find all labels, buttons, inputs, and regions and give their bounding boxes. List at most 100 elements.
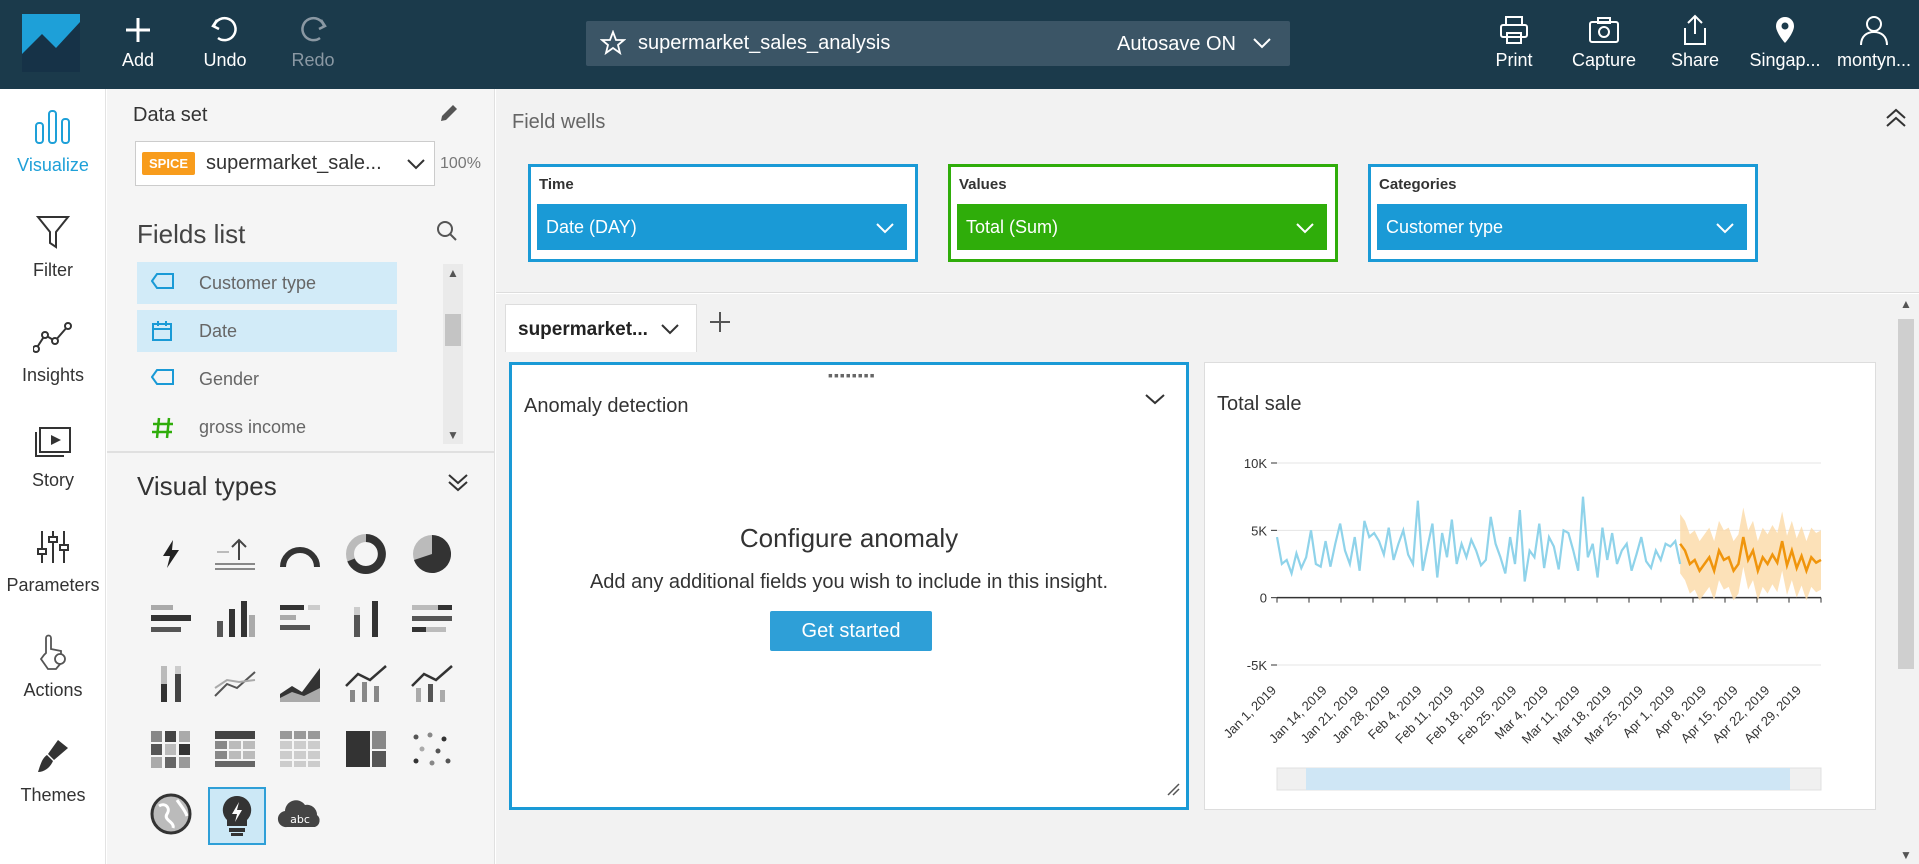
share-button[interactable]: Share	[1655, 10, 1735, 80]
sheet-tab-label: supermarket...	[518, 319, 648, 340]
sheet-scrollbar[interactable]: ▲ ▼	[1894, 297, 1917, 864]
donut-chart-icon[interactable]	[339, 527, 393, 581]
double-chevron-down-icon[interactable]	[447, 473, 469, 498]
chevron-down-icon[interactable]	[875, 218, 895, 243]
print-button[interactable]: Print	[1474, 10, 1554, 80]
field-gender[interactable]: Gender	[137, 358, 397, 400]
analysis-name[interactable]: supermarket_sales_analysis	[638, 32, 890, 55]
field-name: Date	[199, 321, 238, 341]
sliders-icon	[0, 519, 106, 575]
stacked-horizontal-bar-icon[interactable]	[405, 592, 459, 646]
field-name: gross income	[199, 417, 307, 437]
chevron-down-icon[interactable]	[1295, 218, 1315, 243]
user-button[interactable]: montyn...	[1834, 10, 1914, 80]
chevron-down-icon[interactable]	[1144, 389, 1166, 414]
stacked-combo-chart-icon[interactable]	[405, 657, 459, 711]
stacked-bar-icon[interactable]	[339, 592, 393, 646]
chevron-down-icon[interactable]	[1715, 218, 1735, 243]
pie-chart-icon[interactable]	[405, 527, 459, 581]
field-customer-type[interactable]: Customer type	[137, 262, 397, 304]
nav-visualize[interactable]: Visualize	[0, 99, 106, 189]
double-chevron-up-icon[interactable]	[1885, 107, 1907, 134]
add-sheet-button[interactable]	[708, 308, 732, 342]
fields-scrollbar[interactable]: ▲ ▼	[443, 264, 463, 444]
nav-label: Visualize	[17, 155, 89, 175]
analysis-name-bar[interactable]: supermarket_sales_analysis Autosave ON	[586, 21, 1290, 66]
dimension-tag-icon	[150, 272, 175, 295]
drag-handle[interactable]: ▪▪▪▪▪▪▪▪	[828, 367, 876, 383]
visual-types-title: Visual types	[137, 471, 277, 501]
clustered-bar-icon[interactable]	[273, 592, 327, 646]
field-date[interactable]: Date	[137, 310, 397, 352]
chevron-down-icon[interactable]	[1252, 33, 1272, 59]
paintbrush-icon	[0, 729, 106, 785]
scroll-thumb[interactable]	[445, 314, 461, 346]
table-icon[interactable]	[273, 722, 327, 776]
add-button[interactable]: Add	[98, 10, 178, 80]
pivot-table-icon[interactable]	[208, 722, 262, 776]
vertical-bar-icon[interactable]	[208, 592, 262, 646]
categories-well: Categories Customer type	[1368, 164, 1758, 262]
total-sale-visual[interactable]: Total sale 10K 5K 0 -5K Jan 1, 2019 Jan 14, 2…	[1204, 362, 1876, 810]
scatter-plot-icon[interactable]	[405, 722, 459, 776]
camera-icon	[1564, 10, 1644, 50]
horizontal-bar-icon[interactable]	[144, 592, 198, 646]
autosave-status[interactable]: Autosave ON	[1117, 33, 1236, 56]
scroll-down-arrow[interactable]: ▼	[1900, 848, 1912, 862]
chevron-down-icon[interactable]	[660, 319, 680, 345]
scroll-up-arrow[interactable]: ▲	[447, 266, 459, 280]
geospatial-map-icon[interactable]	[144, 787, 198, 841]
nav-actions[interactable]: Actions	[0, 624, 106, 714]
nav-insights[interactable]: Insights	[0, 309, 106, 399]
get-started-button[interactable]: Get started	[770, 611, 932, 651]
printer-icon	[1474, 10, 1554, 50]
area-chart-icon[interactable]	[273, 657, 327, 711]
well-label: Time	[539, 176, 574, 193]
scroll-down-arrow[interactable]: ▼	[447, 428, 459, 442]
redo-button[interactable]: Redo	[273, 10, 353, 80]
nav-story[interactable]: Story	[0, 414, 106, 504]
categories-field-pill[interactable]: Customer type	[1377, 204, 1747, 250]
dimension-tag-icon	[150, 368, 175, 391]
combo-chart-icon[interactable]	[339, 657, 393, 711]
insight-lightbulb-icon[interactable]	[208, 787, 266, 845]
time-field-pill[interactable]: Date (DAY)	[537, 204, 907, 250]
dataset-dropdown[interactable]: SPICE supermarket_sale...	[135, 141, 435, 186]
region-button[interactable]: Singap...	[1745, 10, 1825, 80]
heat-map-icon[interactable]	[144, 722, 198, 776]
line-chart-icon[interactable]	[208, 657, 262, 711]
anomaly-detection-visual[interactable]: ▪▪▪▪▪▪▪▪ Anomaly detection Configure ano…	[509, 362, 1189, 810]
tree-map-icon[interactable]	[339, 722, 393, 776]
nav-label: Filter	[33, 260, 73, 280]
nav-parameters[interactable]: Parameters	[0, 519, 106, 609]
nav-label: Story	[31, 470, 74, 490]
field-gross-income[interactable]: gross income	[137, 406, 397, 448]
gauge-icon[interactable]	[273, 527, 327, 581]
values-well: Values Total (Sum)	[948, 164, 1338, 262]
plus-icon	[98, 10, 178, 50]
kpi-icon[interactable]	[208, 527, 262, 581]
quicksight-logo[interactable]	[22, 14, 80, 72]
sheet-tab[interactable]: supermarket...	[505, 304, 697, 352]
nav-filter[interactable]: Filter	[0, 204, 106, 294]
pencil-icon[interactable]	[437, 101, 461, 130]
values-field-pill[interactable]: Total (Sum)	[957, 204, 1327, 250]
word-cloud-icon[interactable]: abc	[273, 787, 327, 841]
undo-button[interactable]: Undo	[185, 10, 265, 80]
100-percent-bar-icon[interactable]	[144, 657, 198, 711]
y-tick-label: 0	[1260, 591, 1267, 606]
nav-themes[interactable]: Themes	[0, 729, 106, 819]
scroll-thumb[interactable]	[1898, 319, 1914, 669]
total-sale-chart[interactable]: 10K5K0-5KJan 1, 2019Jan 14, 2019Jan 21, …	[1205, 363, 1877, 811]
star-icon[interactable]	[599, 29, 627, 62]
data-panel: Data set SPICE supermarket_sale... 100% …	[107, 89, 495, 864]
search-icon[interactable]	[435, 219, 459, 248]
resize-handle-icon[interactable]	[1166, 782, 1180, 801]
scroll-up-arrow[interactable]: ▲	[1900, 297, 1912, 311]
redo-icon	[273, 10, 353, 50]
well-label: Categories	[1379, 176, 1457, 193]
capture-button[interactable]: Capture	[1564, 10, 1644, 80]
autograph-lightning-icon[interactable]	[144, 527, 198, 581]
print-label: Print	[1495, 50, 1533, 70]
time-well: Time Date (DAY)	[528, 164, 918, 262]
